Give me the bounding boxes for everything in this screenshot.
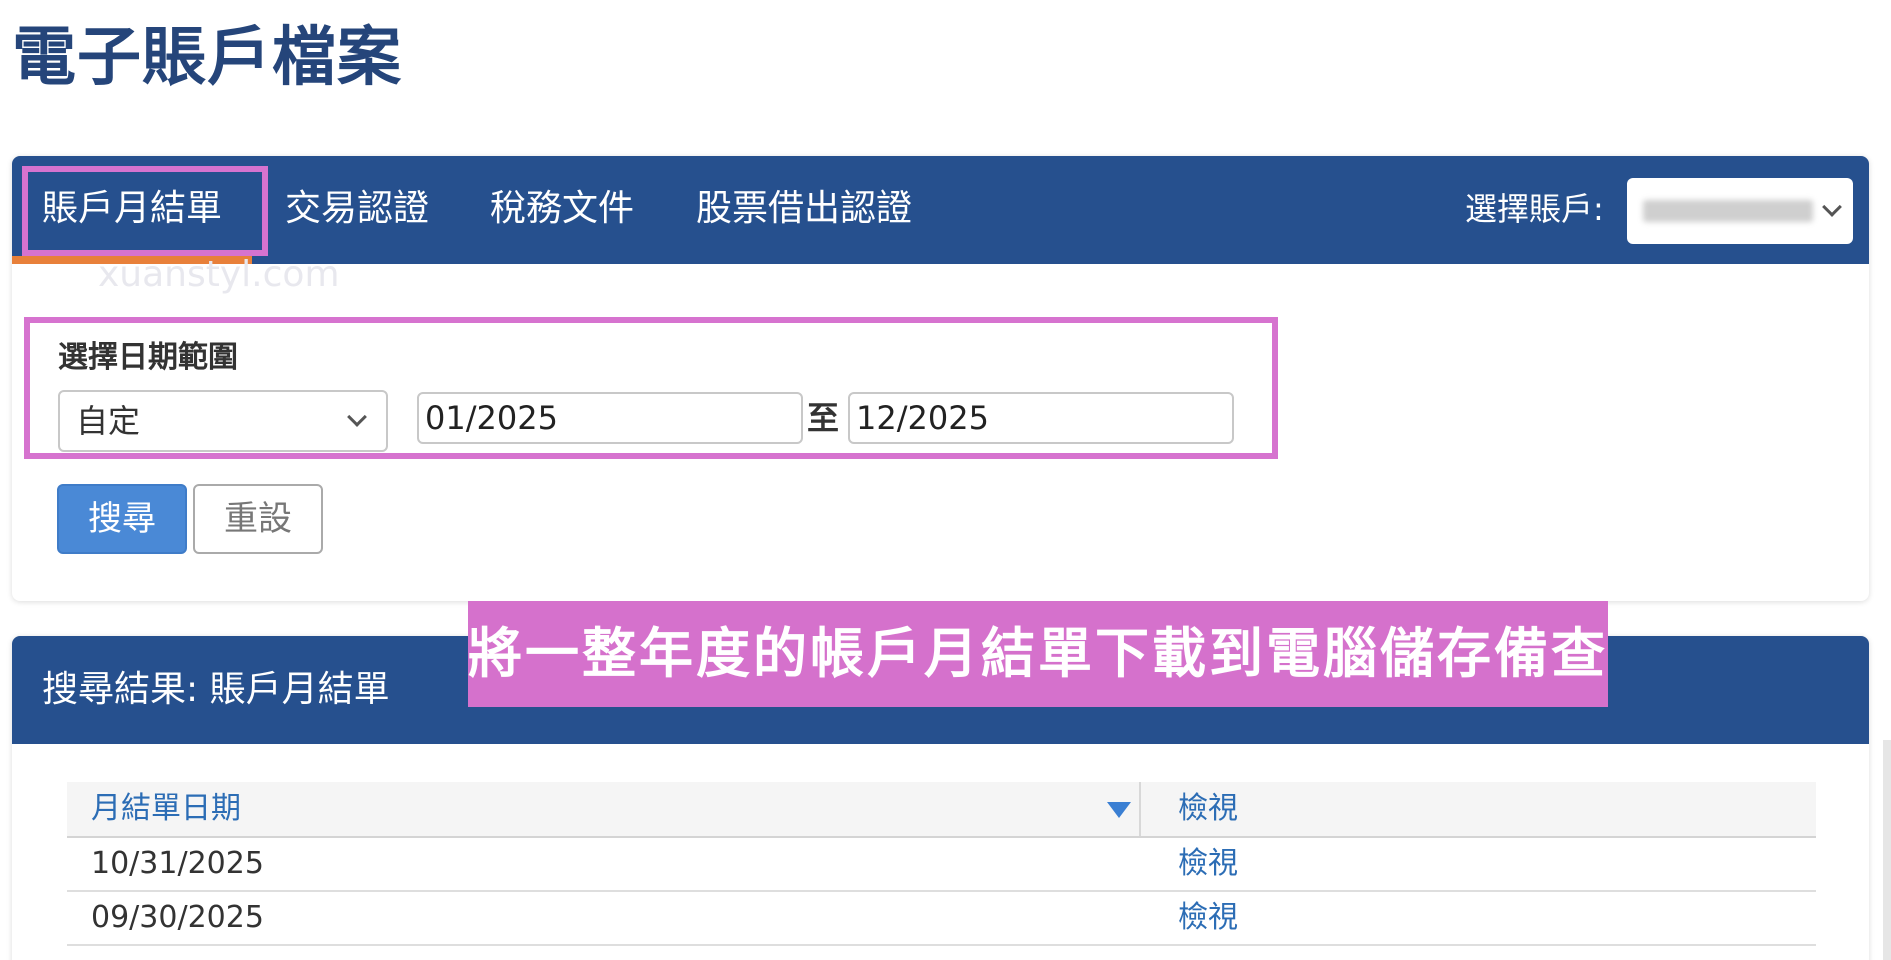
account-select-label: 選擇賬戶: bbox=[1465, 190, 1604, 228]
tab-monthly-statement[interactable]: 賬戶月結單 bbox=[42, 178, 222, 240]
date-range-label: 選擇日期範圍 bbox=[58, 340, 238, 375]
results-title: 搜尋結果: 賬戶月結單 bbox=[42, 669, 390, 710]
range-to-label: 至 bbox=[807, 399, 840, 437]
chevron-down-icon bbox=[347, 407, 367, 427]
column-header-statement-date[interactable]: 月結單日期 bbox=[91, 782, 241, 836]
table-row: 09/30/2025 檢視 bbox=[67, 892, 1816, 946]
annotation-caption: 將一整年度的帳戶月結單下載到電腦儲存備查 bbox=[468, 622, 1608, 685]
search-button[interactable]: 搜尋 bbox=[57, 484, 187, 554]
page-title: 電子賬戶檔案 bbox=[12, 21, 402, 95]
annotation-caption-banner: 將一整年度的帳戶月結單下載到電腦儲存備查 bbox=[468, 601, 1608, 707]
watermark: xuanstyl.com bbox=[98, 254, 340, 295]
tab-tax-documents[interactable]: 稅務文件 bbox=[490, 178, 634, 240]
account-select[interactable] bbox=[1627, 178, 1853, 244]
statement-date: 09/30/2025 bbox=[91, 900, 264, 935]
statement-type-tabs: 賬戶月結單 交易認證 稅務文件 股票借出認證 選擇賬戶: bbox=[12, 156, 1869, 264]
scrollbar[interactable] bbox=[1883, 740, 1891, 960]
view-statement-link[interactable]: 檢視 bbox=[1178, 892, 1238, 944]
column-divider bbox=[1139, 782, 1141, 836]
tab-trade-confirmation[interactable]: 交易認證 bbox=[285, 178, 429, 240]
date-range-preset-select[interactable]: 自定 bbox=[58, 390, 388, 452]
sort-descending-icon[interactable] bbox=[1107, 802, 1131, 818]
reset-button[interactable]: 重設 bbox=[193, 484, 323, 554]
statement-date: 10/31/2025 bbox=[91, 846, 264, 881]
tab-stock-lending-confirmation[interactable]: 股票借出認證 bbox=[696, 178, 912, 240]
account-number-redacted bbox=[1643, 200, 1813, 222]
table-row: 10/31/2025 檢視 bbox=[67, 838, 1816, 892]
preset-value: 自定 bbox=[76, 402, 141, 440]
search-panel: 賬戶月結單 交易認證 稅務文件 股票借出認證 選擇賬戶: xuanstyl.co… bbox=[12, 156, 1869, 601]
end-month-input[interactable]: 12/2025 bbox=[848, 392, 1234, 444]
start-month-input[interactable]: 01/2025 bbox=[417, 392, 803, 444]
table-header: 月結單日期 檢視 bbox=[67, 782, 1816, 838]
chevron-down-icon bbox=[1822, 197, 1842, 217]
column-header-view: 檢視 bbox=[1178, 791, 1238, 826]
view-statement-link[interactable]: 檢視 bbox=[1178, 838, 1238, 890]
